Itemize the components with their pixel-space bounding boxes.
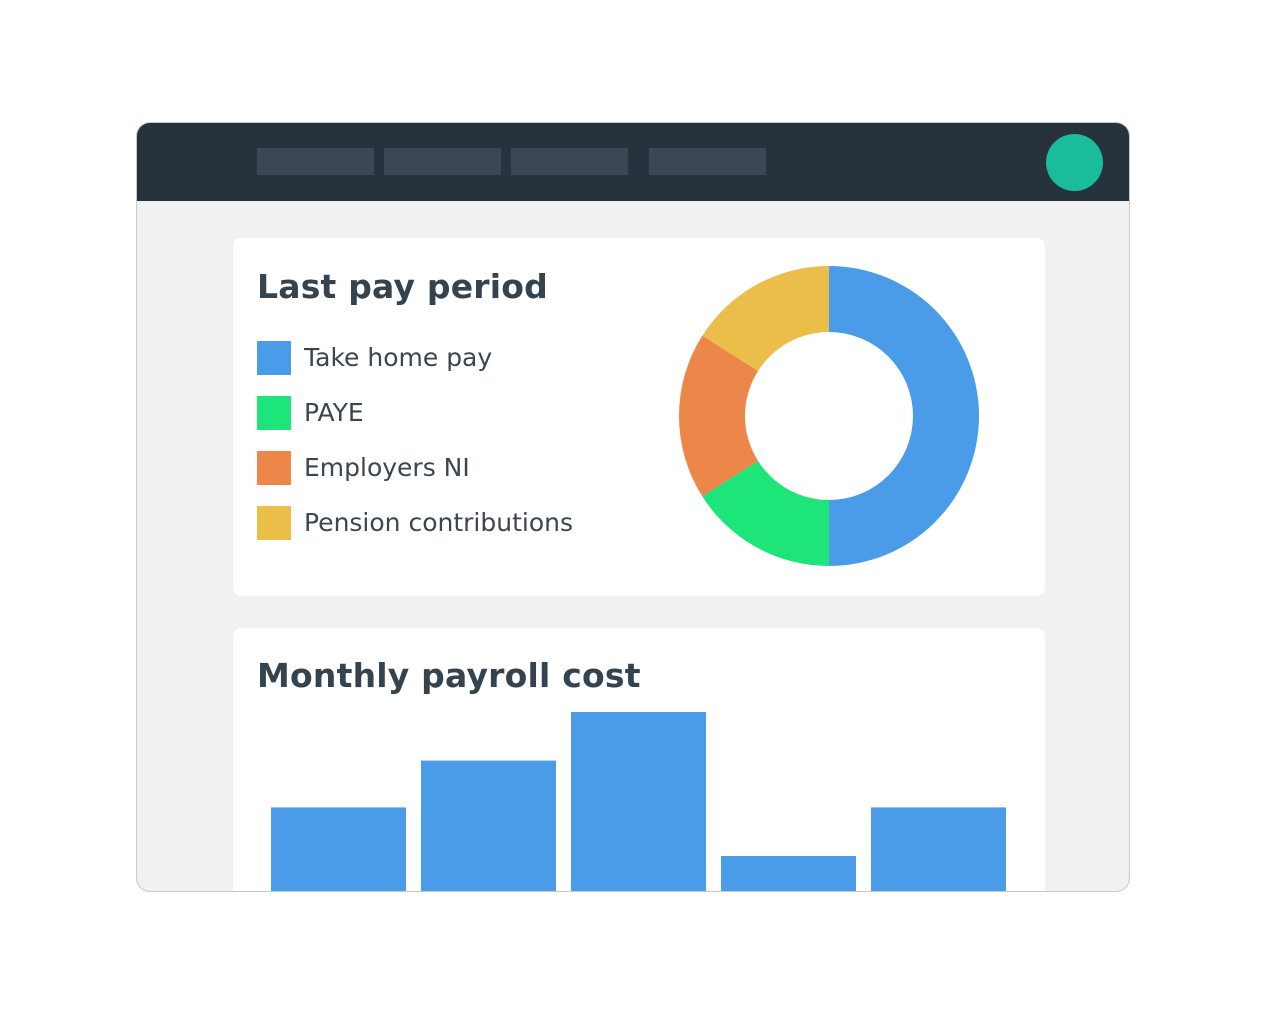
user-avatar[interactable]: [1046, 134, 1103, 191]
donut-slice-take-home-pay: [829, 266, 979, 566]
legend-label: Employers NI: [304, 453, 470, 482]
nav-tab-3[interactable]: [511, 148, 628, 175]
pay-breakdown-donut-chart: [679, 266, 979, 566]
pay-breakdown-legend: Take home pay PAYE Employers NI Pension …: [257, 341, 573, 561]
bar-1: [271, 807, 406, 891]
legend-label: Pension contributions: [304, 508, 574, 537]
monthly-payroll-bar-chart: [271, 712, 1006, 891]
legend-swatch-take-home-pay: [257, 341, 291, 375]
legend-swatch-paye: [257, 396, 291, 430]
nav-tab-4[interactable]: [649, 148, 766, 175]
legend-item-employers-ni: Employers NI: [257, 451, 573, 506]
legend-label: PAYE: [304, 398, 364, 427]
nav-tab-1[interactable]: [257, 148, 374, 175]
monthly-payroll-cost-card: Monthly payroll cost: [233, 628, 1045, 891]
last-pay-period-card: Last pay period Take home pay PAYE Emplo…: [233, 238, 1045, 596]
bar-4: [721, 856, 856, 891]
last-pay-period-title: Last pay period: [257, 267, 548, 306]
legend-swatch-pension-contributions: [257, 506, 291, 540]
bar-2: [421, 760, 556, 891]
top-navigation-bar: [137, 123, 1129, 201]
bar-3: [571, 712, 706, 891]
bar-5: [871, 807, 1006, 891]
legend-item-pension-contributions: Pension contributions: [257, 506, 573, 561]
legend-swatch-employers-ni: [257, 451, 291, 485]
nav-tab-2[interactable]: [384, 148, 501, 175]
legend-label: Take home pay: [304, 343, 493, 372]
legend-item-take-home-pay: Take home pay: [257, 341, 573, 396]
legend-item-paye: PAYE: [257, 396, 573, 451]
app-window: Last pay period Take home pay PAYE Emplo…: [136, 122, 1130, 892]
